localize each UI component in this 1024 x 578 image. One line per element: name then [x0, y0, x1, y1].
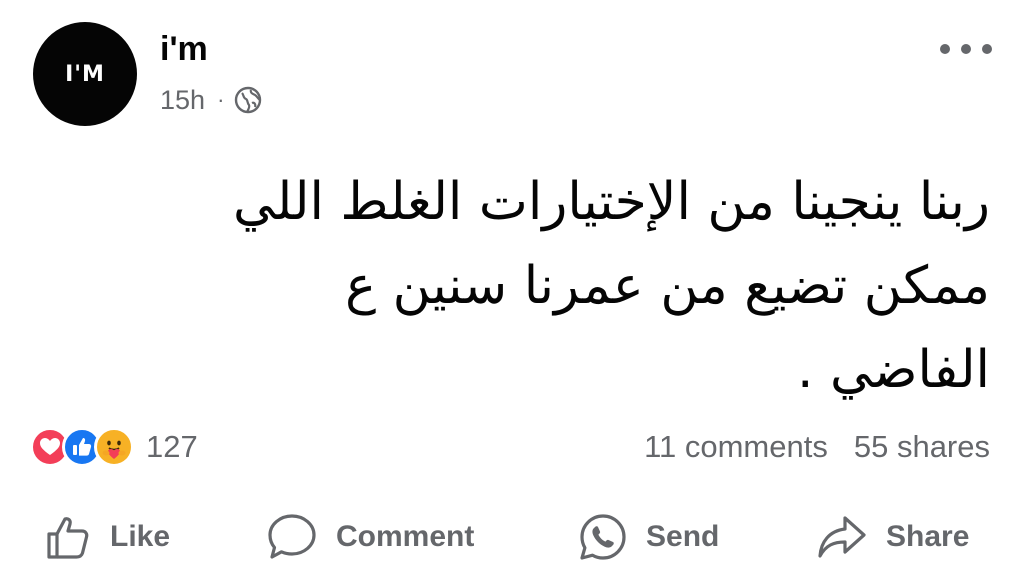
avatar-logo-text: I'M	[65, 61, 105, 87]
whatsapp-icon	[580, 514, 626, 560]
comment-bubble-icon	[268, 514, 316, 559]
send-button[interactable]: Send	[578, 505, 719, 569]
globe-icon[interactable]	[234, 86, 262, 114]
post-meta: 15h ·	[160, 82, 262, 118]
shares-count[interactable]: 55 shares	[854, 429, 990, 465]
more-options-icon[interactable]	[940, 34, 992, 64]
comment-button[interactable]: Comment	[266, 505, 474, 569]
like-button[interactable]: Like	[44, 505, 170, 569]
share-arrow-icon	[818, 516, 866, 558]
thumbs-up-icon	[47, 517, 89, 559]
post-time[interactable]: 15h	[160, 85, 205, 116]
share-button[interactable]: Share	[816, 505, 969, 569]
care-icon	[94, 427, 134, 467]
post-text-line: الفاضي .	[797, 340, 990, 400]
reactions-summary[interactable]: 127	[30, 425, 198, 469]
reaction-count: 127	[146, 429, 198, 464]
comment-label: Comment	[336, 520, 475, 553]
action-bar: Like Comment Send Share	[0, 505, 1024, 569]
author-name[interactable]: i'm	[160, 30, 208, 69]
more-dot	[940, 44, 950, 54]
like-label: Like	[110, 520, 171, 553]
post-card: I'M i'm 15h · ربنا ينجينا من الإختيارات …	[0, 0, 1024, 578]
comments-count[interactable]: 11 comments	[644, 429, 828, 465]
post-text-line: ممكن تضيع من عمرنا سنين ع	[345, 256, 990, 316]
send-label: Send	[646, 520, 720, 553]
meta-separator: ·	[217, 87, 225, 112]
more-dot	[961, 44, 971, 54]
share-label: Share	[886, 520, 970, 553]
post-text: ربنا ينجينا من الإختيارات الغلط اللي ممك…	[30, 160, 990, 412]
avatar[interactable]: I'M	[33, 22, 137, 126]
more-dot	[982, 44, 992, 54]
post-text-line: ربنا ينجينا من الإختيارات الغلط اللي	[233, 172, 990, 232]
post-stats: 11 comments 55 shares	[644, 425, 990, 469]
